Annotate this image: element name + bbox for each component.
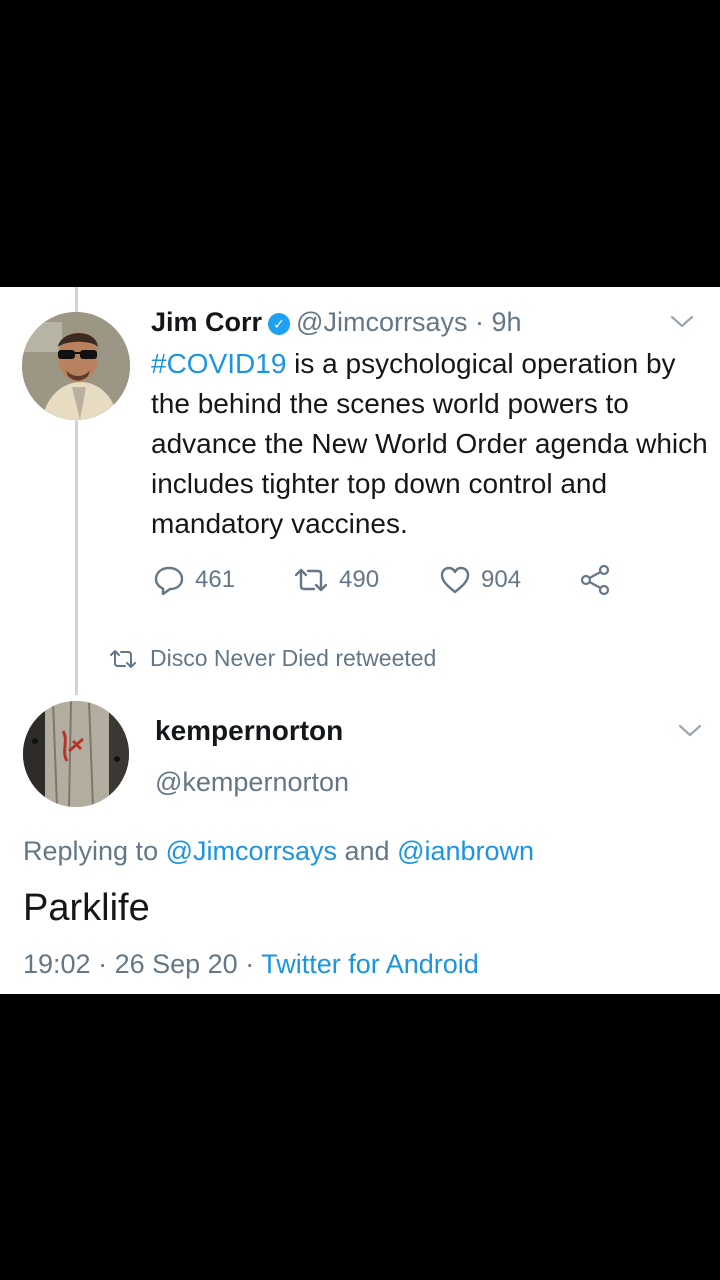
replying-to: Replying to @Jimcorrsays and @ianbrown	[23, 836, 534, 867]
share-icon	[580, 564, 610, 596]
chevron-down-icon[interactable]	[668, 312, 696, 332]
retweet-notice-text[interactable]: Disco Never Died retweeted	[150, 645, 436, 672]
share-button[interactable]	[579, 562, 621, 598]
reply-icon	[154, 566, 184, 595]
hashtag-link[interactable]: #COVID19	[151, 348, 286, 379]
chevron-down-icon[interactable]	[676, 721, 704, 741]
reply-button[interactable]: 461	[153, 562, 235, 598]
retweet-icon	[110, 650, 136, 668]
tweet-text: #COVID19 is a psychological operation by…	[151, 344, 711, 544]
reply-mention-1[interactable]: @Jimcorrsays	[166, 836, 337, 866]
like-icon	[440, 566, 470, 594]
retweet-icon	[294, 568, 328, 592]
tweet-source[interactable]: Twitter for Android	[261, 949, 479, 979]
tweet-date[interactable]: 26 Sep 20	[115, 949, 238, 979]
tweet-time[interactable]: 9h	[492, 307, 522, 337]
avatar-jim-corr[interactable]	[22, 312, 130, 420]
author-handle-2[interactable]: @kempernorton	[155, 767, 349, 798]
retweet-count: 490	[339, 566, 380, 593]
retweet-button[interactable]: 490	[293, 562, 379, 598]
reply-count: 461	[195, 566, 236, 593]
tweet-panel: Jim Corr ✓ @Jimcorrsays · 9h #COVID19 is a…	[0, 287, 720, 994]
like-button[interactable]: 904	[439, 562, 521, 598]
author-handle[interactable]: @Jimcorrsays	[296, 307, 467, 337]
separator: ·	[474, 307, 484, 337]
tweet1-header: Jim Corr ✓ @Jimcorrsays · 9h	[151, 307, 522, 338]
tweet-actions: 461 490 904	[153, 562, 673, 598]
meta-separator-2: ·	[237, 949, 262, 979]
reply-mention-2[interactable]: @ianbrown	[397, 836, 534, 866]
meta-separator-1: ·	[90, 949, 115, 979]
like-count: 904	[481, 566, 522, 593]
tweet2-text: Parklife	[23, 887, 150, 929]
verified-icon: ✓	[268, 313, 291, 335]
replying-prefix: Replying to	[23, 836, 166, 866]
avatar-kempernorton[interactable]	[23, 701, 129, 807]
author-name[interactable]: Jim Corr	[151, 307, 262, 337]
tweet-metadata: 19:02 · 26 Sep 20 · Twitter for Android	[23, 949, 479, 980]
author-name-2[interactable]: kempernorton	[155, 715, 343, 747]
replying-and: and	[337, 836, 398, 866]
tweet-time-2[interactable]: 19:02	[23, 949, 91, 979]
retweet-notice: Disco Never Died retweeted	[110, 645, 436, 672]
